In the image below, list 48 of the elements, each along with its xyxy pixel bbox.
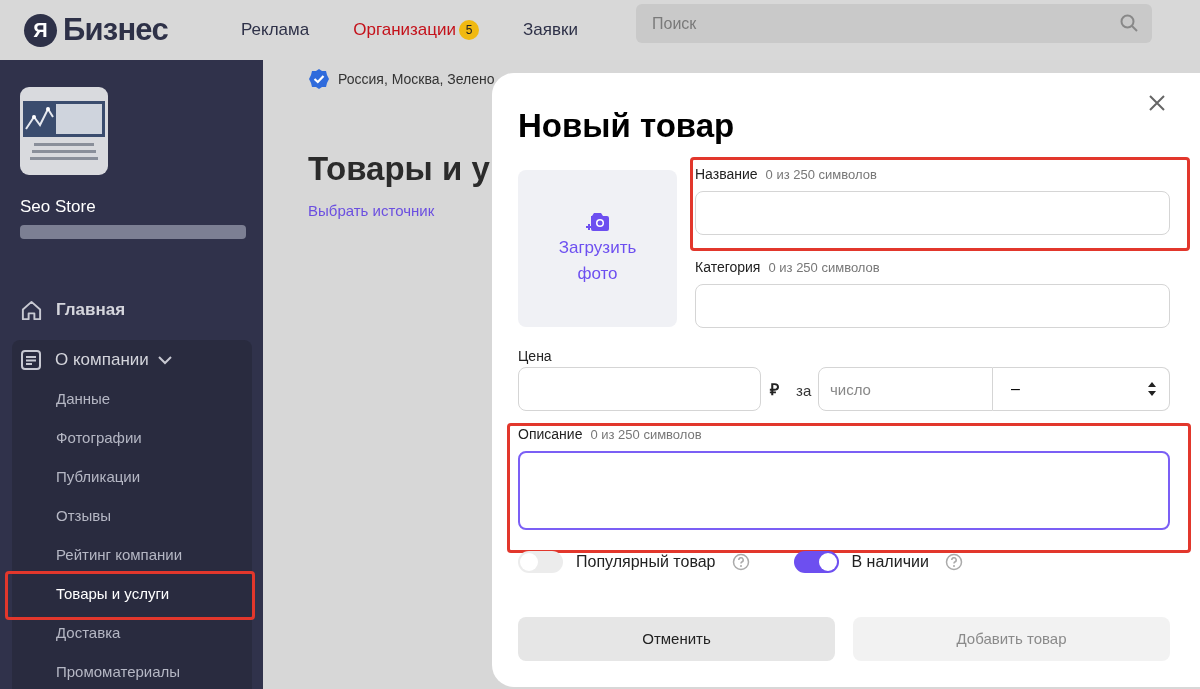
nav-link[interactable]: Организации 5 — [353, 17, 480, 43]
submenu-item[interactable]: Данные — [56, 388, 111, 411]
upload-photo-button[interactable]: Загрузить фото — [518, 170, 677, 327]
help-icon — [944, 553, 963, 571]
submenu-item[interactable]: Публикации — [56, 466, 141, 489]
unit-select[interactable]: – — [993, 367, 1170, 411]
submenu-item[interactable]: Отзывы — [56, 505, 111, 528]
count-badge: 5 — [459, 20, 480, 40]
character-counter: 0 из 250 символов — [590, 427, 702, 443]
field-label: Категория — [695, 259, 761, 275]
character-counter: 0 из 250 символов — [765, 167, 877, 183]
nav-item[interactable]: О компании — [12, 340, 252, 380]
logo-mark: Я — [24, 13, 57, 47]
character-counter: 0 из 250 символов — [768, 260, 880, 276]
dialog-title: Новый товар — [518, 106, 735, 146]
currency-sign: ₽ — [770, 380, 779, 400]
field-label: Название — [695, 166, 758, 182]
input-field[interactable] — [518, 451, 1170, 530]
logo-text: Бизнес — [63, 10, 168, 49]
submenu-item[interactable]: Промоматериалы — [56, 661, 181, 684]
per-label: за — [796, 381, 812, 401]
nav-item[interactable]: Главная — [0, 290, 263, 330]
close-icon — [1149, 95, 1165, 111]
source-link[interactable]: Выбрать источник — [308, 199, 495, 222]
search-field[interactable]: Поиск — [636, 4, 1152, 43]
document-icon — [20, 349, 42, 371]
page-title: Товары и у — [308, 149, 491, 189]
chevron-icon — [157, 355, 172, 365]
nav-link[interactable]: Заявки — [523, 17, 578, 43]
toggle-switch[interactable] — [793, 551, 839, 573]
submenu-item[interactable]: Товары и услуги — [56, 583, 170, 606]
address-text: Россия, Москва, Зелено — [338, 69, 495, 89]
toggle-label: Популярный товар — [576, 552, 716, 572]
field-label: Цена — [518, 347, 552, 366]
submenu-item[interactable]: Доставка — [56, 622, 121, 645]
help-icon — [731, 553, 750, 571]
nav-link[interactable]: Реклама — [241, 17, 310, 43]
submenu-item[interactable]: Рейтинг компании — [56, 544, 183, 567]
toggle-label: В наличии — [851, 552, 929, 572]
toggle-switch[interactable] — [518, 551, 563, 573]
camera-icon — [584, 210, 611, 233]
search-icon — [1120, 14, 1138, 32]
home-icon — [20, 298, 43, 322]
submenu-item[interactable]: Фотографии — [56, 427, 142, 450]
field-label: Описание — [518, 426, 583, 442]
dialog-button[interactable]: Отменить — [518, 617, 835, 661]
company-name: Seo Store — [20, 196, 96, 218]
sort-arrows-icon — [1147, 381, 1157, 397]
